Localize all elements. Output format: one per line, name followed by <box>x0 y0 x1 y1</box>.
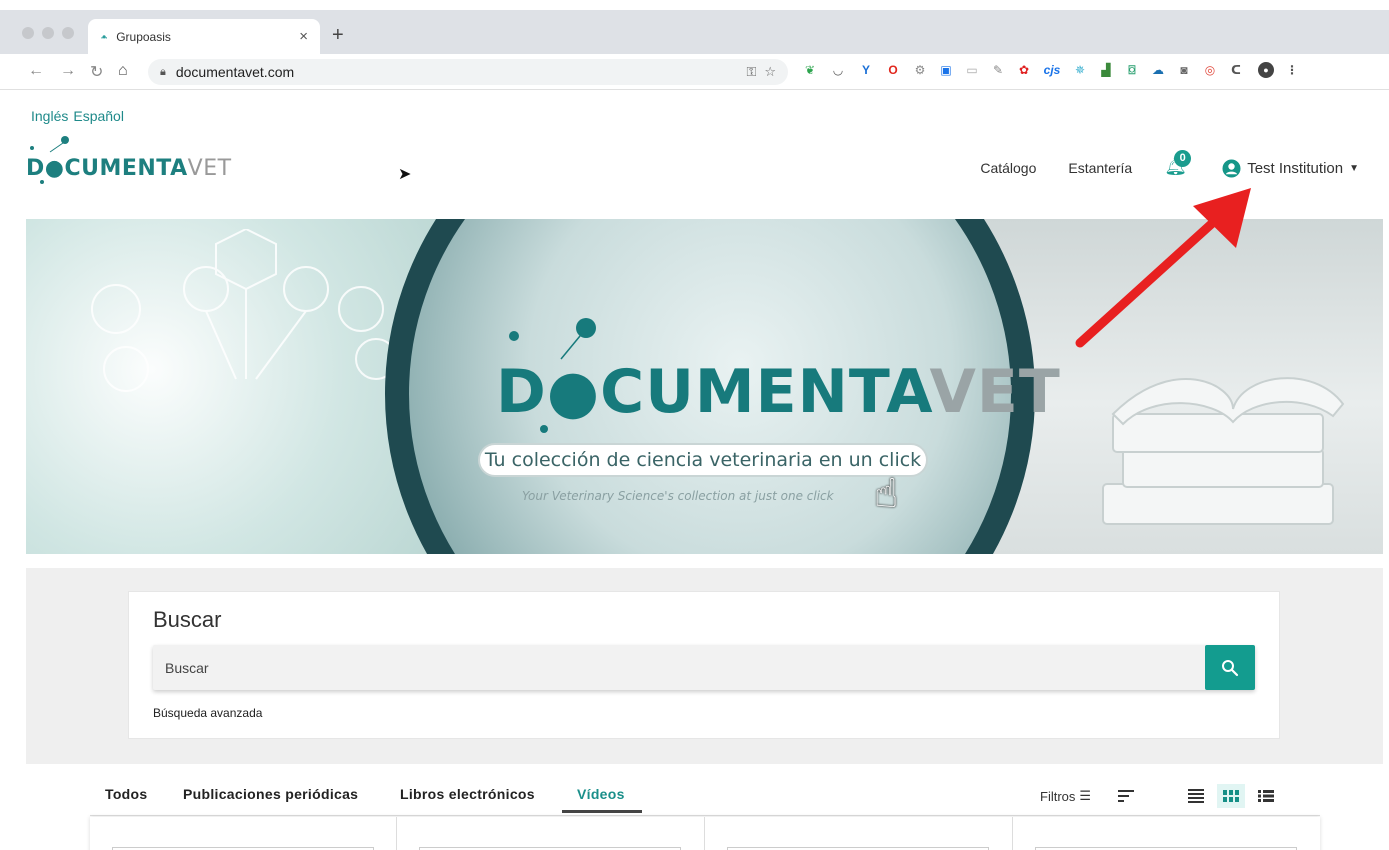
translate-extension-icon[interactable]: ▣ <box>938 62 954 78</box>
user-avatar-icon <box>1222 159 1241 177</box>
window-minimize-dot[interactable] <box>42 27 54 39</box>
result-card[interactable] <box>90 817 397 850</box>
mouse-cursor-icon: ➤ <box>398 166 412 183</box>
bug-extension-icon[interactable]: ✿ <box>1016 62 1032 78</box>
new-tab-button[interactable]: + <box>332 24 344 47</box>
result-card[interactable] <box>705 817 1013 850</box>
window-close-dot[interactable] <box>22 27 34 39</box>
url-text: documentavet.com <box>175 64 295 80</box>
result-card[interactable] <box>397 817 705 850</box>
filters-button[interactable]: Filtros ☰ <box>1040 788 1091 804</box>
banner-logo-vet-text: VET <box>929 357 1061 427</box>
sort-view-icon[interactable] <box>1112 784 1140 808</box>
lock-icon: 🔒︎ <box>160 65 166 78</box>
tab-ebooks[interactable]: Libros electrónicos <box>400 786 535 802</box>
active-tab-indicator <box>562 810 642 813</box>
search-card: Buscar Búsqueda avanzada <box>128 591 1280 739</box>
window-zoom-dot[interactable] <box>62 27 74 39</box>
address-bar[interactable]: 🔒︎ documentavet.com ⚿ ☆ <box>148 59 788 85</box>
bookmark-star-icon[interactable]: ☆ <box>764 64 776 80</box>
main-nav: Catálogo Estantería 🔔︎ 0 Test Institutio… <box>980 150 1359 180</box>
banner-tagline: Tu colección de ciencia veterinaria en u… <box>478 443 928 477</box>
pen-extension-icon[interactable]: ✎ <box>990 62 1006 78</box>
y-extension-icon[interactable]: Y <box>858 62 874 78</box>
key-icon[interactable]: ⚿ <box>746 64 756 80</box>
favicon-icon: ·•· <box>100 29 108 44</box>
browser-toolbar: ← → ↻ ⌂ 🔒︎ documentavet.com ⚿ ☆ ❦ ◡ Y O … <box>0 54 1389 90</box>
dropdown-caret-icon: ▼ <box>1349 162 1359 174</box>
browser-tab[interactable]: ·•· Grupoasis × <box>88 19 320 54</box>
home-icon[interactable]: ⌂ <box>118 62 128 80</box>
c-extension-icon[interactable]: ᑕ <box>1228 62 1244 78</box>
language-spanish-link[interactable]: Español <box>73 108 124 124</box>
detail-list-view-icon[interactable] <box>1252 784 1280 808</box>
banner-subtagline: Your Veterinary Science's collection at … <box>522 489 834 503</box>
tab-all[interactable]: Todos <box>105 786 147 802</box>
back-icon[interactable]: ← <box>28 62 44 80</box>
banner-logo: D●CUMENTAVET <box>496 357 1061 427</box>
search-section: Buscar Búsqueda avanzada <box>26 568 1383 764</box>
user-menu[interactable]: Test Institution ▼ <box>1222 159 1359 178</box>
list-view-icon[interactable] <box>1182 784 1210 808</box>
react-extension-icon[interactable]: ✵ <box>1072 62 1088 78</box>
opera-extension-icon[interactable]: O <box>885 62 901 78</box>
filter-icon: ☰ <box>1079 788 1092 803</box>
cjs-extension-icon[interactable]: cjs <box>1044 62 1061 78</box>
menu-kebab-icon[interactable]: ⋮ <box>1284 62 1300 78</box>
banner-medical-icons <box>91 229 397 392</box>
evernote-extension-icon[interactable]: ❦ <box>802 62 818 78</box>
banner-logo-main-text: D●CUMENTA <box>496 357 930 427</box>
nav-catalog-link[interactable]: Catálogo <box>980 160 1036 176</box>
gear-extension-icon[interactable]: ⚙ <box>912 62 928 78</box>
mail-extension-icon[interactable]: ▭ <box>964 62 980 78</box>
tab-periodicals[interactable]: Publicaciones periódicas <box>183 786 358 802</box>
video-results-grid <box>90 817 1320 850</box>
tab-close-icon[interactable]: × <box>299 28 308 45</box>
page-content: Inglés Español D●CUMENTAVET ➤ Catálogo E… <box>10 90 1389 850</box>
tab-videos[interactable]: Vídeos <box>577 786 625 802</box>
reload-icon[interactable]: ↻ <box>90 62 103 82</box>
content-tabs: Todos Publicaciones periódicas Libros el… <box>90 766 1320 816</box>
grid-view-icon[interactable] <box>1217 784 1245 808</box>
search-icon <box>1222 659 1239 676</box>
logo-main-text: D●CUMENTA <box>26 156 188 181</box>
user-name: Test Institution <box>1247 159 1344 177</box>
cloud-extension-icon[interactable]: ☁ <box>1150 62 1166 78</box>
circle-extension-icon[interactable]: ◎ <box>1202 62 1218 78</box>
filters-label: Filtros <box>1040 788 1076 804</box>
nav-shelf-link[interactable]: Estantería <box>1068 160 1132 176</box>
site-logo[interactable]: D●CUMENTAVET <box>26 134 231 190</box>
annotation-red-arrow-icon <box>1075 188 1251 348</box>
pocket-extension-icon[interactable]: ◡ <box>830 62 846 78</box>
profile-avatar-icon[interactable]: ● <box>1258 62 1274 78</box>
search-button[interactable] <box>1205 645 1255 690</box>
notification-count-badge: 0 <box>1174 150 1192 167</box>
tab-title: Grupoasis <box>116 29 171 44</box>
language-english-link[interactable]: Inglés <box>31 108 68 124</box>
pointing-hand-icon: ☝ <box>874 472 899 516</box>
notifications-button[interactable]: 🔔︎ 0 <box>1164 150 1192 180</box>
language-switcher: Inglés Español <box>31 108 124 124</box>
advanced-search-link[interactable]: Búsqueda avanzada <box>153 706 262 720</box>
search-title: Buscar <box>153 607 222 632</box>
logo-vet-text: VET <box>187 156 232 181</box>
forward-icon[interactable]: → <box>60 62 76 80</box>
signal-extension-icon[interactable]: ▟ <box>1098 62 1114 78</box>
inbox-extension-icon[interactable]: ⌼ <box>1124 62 1140 78</box>
search-bar <box>153 645 1255 690</box>
camera-extension-icon[interactable]: ◙ <box>1176 62 1192 78</box>
result-card[interactable] <box>1013 817 1320 850</box>
search-input[interactable] <box>153 645 1205 690</box>
